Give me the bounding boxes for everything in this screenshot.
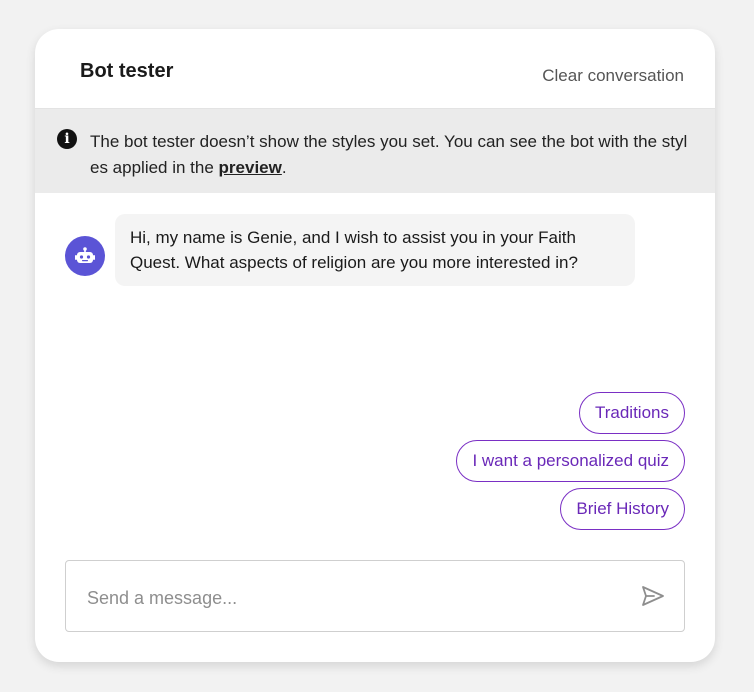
send-button[interactable] (640, 583, 666, 609)
quick-replies: Traditions I want a personalized quiz Br… (456, 392, 685, 530)
info-icon: i (57, 129, 77, 149)
send-icon (642, 586, 664, 606)
robot-icon (75, 247, 95, 263)
clear-conversation-button[interactable]: Clear conversation (542, 66, 684, 86)
bot-message-bubble: Hi, my name is Genie, and I wish to assi… (115, 214, 635, 286)
styles-notice: i The bot tester doesn’t show the styles… (35, 109, 715, 193)
quick-reply-personalized-quiz[interactable]: I want a personalized quiz (456, 440, 685, 482)
message-input[interactable] (85, 583, 629, 613)
bot-tester-panel: Bot tester Clear conversation i The bot … (35, 29, 715, 662)
preview-link[interactable]: preview (219, 158, 282, 177)
panel-title: Bot tester (80, 60, 174, 82)
notice-text-after: . (281, 158, 287, 177)
panel-header: Bot tester Clear conversation (35, 29, 715, 109)
bot-avatar (65, 236, 105, 276)
notice-text-before: The bot tester doesn’t show the styles y… (90, 132, 688, 177)
message-composer (65, 560, 685, 632)
quick-reply-traditions[interactable]: Traditions (578, 392, 685, 434)
quick-reply-brief-history[interactable]: Brief History (560, 488, 685, 530)
notice-text: The bot tester doesn’t show the styles y… (90, 129, 695, 181)
